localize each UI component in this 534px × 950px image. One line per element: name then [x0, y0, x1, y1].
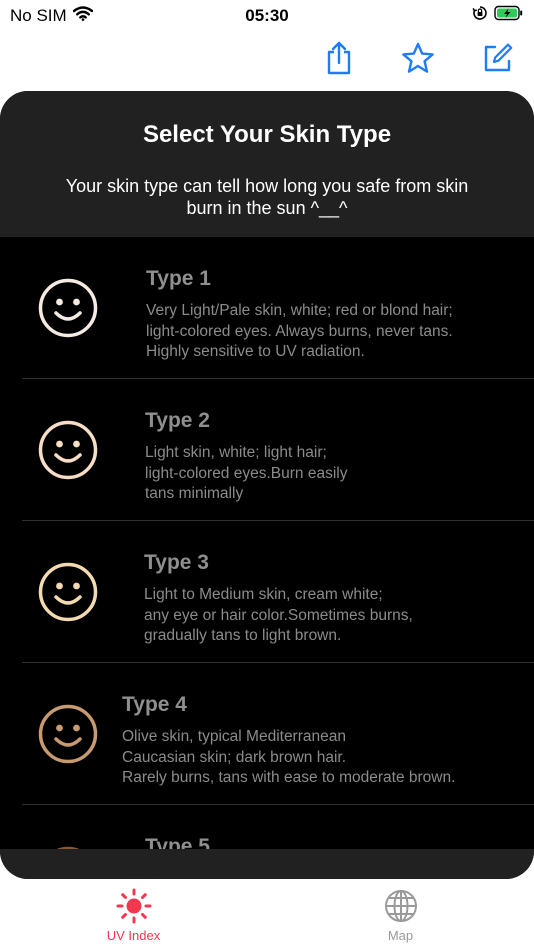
status-bar: No SIM 05:30 [0, 0, 534, 32]
skin-type-row-5[interactable]: Type 5 [0, 805, 534, 849]
skin-type-text: Type 2 Light skin, white; light hair; li… [145, 409, 524, 505]
skin-type-text: Type 5 [145, 835, 524, 849]
compose-icon [484, 43, 513, 72]
globe-icon [384, 890, 417, 922]
skin-type-row-3[interactable]: Type 3 Light to Medium skin, cream white… [0, 521, 534, 663]
share-button[interactable] [322, 40, 356, 76]
skin-type-description: Olive skin, typical Mediterranean Caucas… [122, 728, 456, 786]
skin-type-name: Type 1 [146, 267, 211, 290]
skin-type-description: Light to Medium skin, cream white; any e… [144, 586, 413, 644]
tab-label: UV Index [106, 928, 161, 943]
status-time: 05:30 [245, 6, 289, 25]
smiley-icon [38, 562, 98, 622]
sheet-header: Select Your Skin Type Your skin type can… [0, 91, 534, 237]
favorite-button[interactable] [401, 40, 435, 76]
star-icon [402, 42, 434, 73]
skin-type-name: Type 5 [145, 835, 210, 849]
smiley-icon [38, 278, 98, 338]
smiley-icon [38, 704, 98, 764]
skin-type-row-2[interactable]: Type 2 Light skin, white; light hair; li… [0, 379, 534, 521]
skin-type-name: Type 2 [145, 409, 210, 432]
skin-type-description: Light skin, white; light hair; light-col… [145, 444, 348, 502]
tab-map[interactable]: Map [267, 880, 534, 950]
battery-charging-icon [494, 5, 524, 26]
sheet-subtitle: Your skin type can tell how long you saf… [65, 176, 469, 218]
nav-bar [322, 40, 514, 76]
sheet-footer [0, 849, 534, 879]
smiley-icon [38, 420, 98, 480]
compose-button[interactable] [480, 40, 514, 76]
sun-icon [116, 888, 151, 924]
sheet-title: Select Your Skin Type [142, 121, 392, 148]
skin-type-name: Type 3 [144, 551, 209, 574]
tab-uv-index[interactable]: UV Index [0, 880, 267, 950]
tab-bar: UV Index Map [0, 880, 534, 950]
status-right-group [472, 5, 524, 26]
skin-type-name: Type 4 [122, 693, 187, 716]
skin-type-text: Type 4 Olive skin, typical Mediterranean… [122, 693, 524, 789]
skin-type-text: Type 3 Light to Medium skin, cream white… [144, 551, 524, 647]
skin-type-row-1[interactable]: Type 1 Very Light/Pale skin, white; red … [0, 237, 534, 379]
share-icon [327, 41, 351, 75]
skin-type-list[interactable]: Type 1 Very Light/Pale skin, white; red … [0, 237, 534, 849]
orientation-lock-icon [472, 5, 488, 26]
skin-type-row-4[interactable]: Type 4 Olive skin, typical Mediterranean… [0, 663, 534, 805]
skin-type-text: Type 1 Very Light/Pale skin, white; red … [146, 267, 524, 363]
skin-type-description: Very Light/Pale skin, white; red or blon… [146, 302, 453, 360]
skin-type-sheet: Select Your Skin Type Your skin type can… [0, 91, 534, 879]
tab-label: Map [387, 928, 414, 943]
